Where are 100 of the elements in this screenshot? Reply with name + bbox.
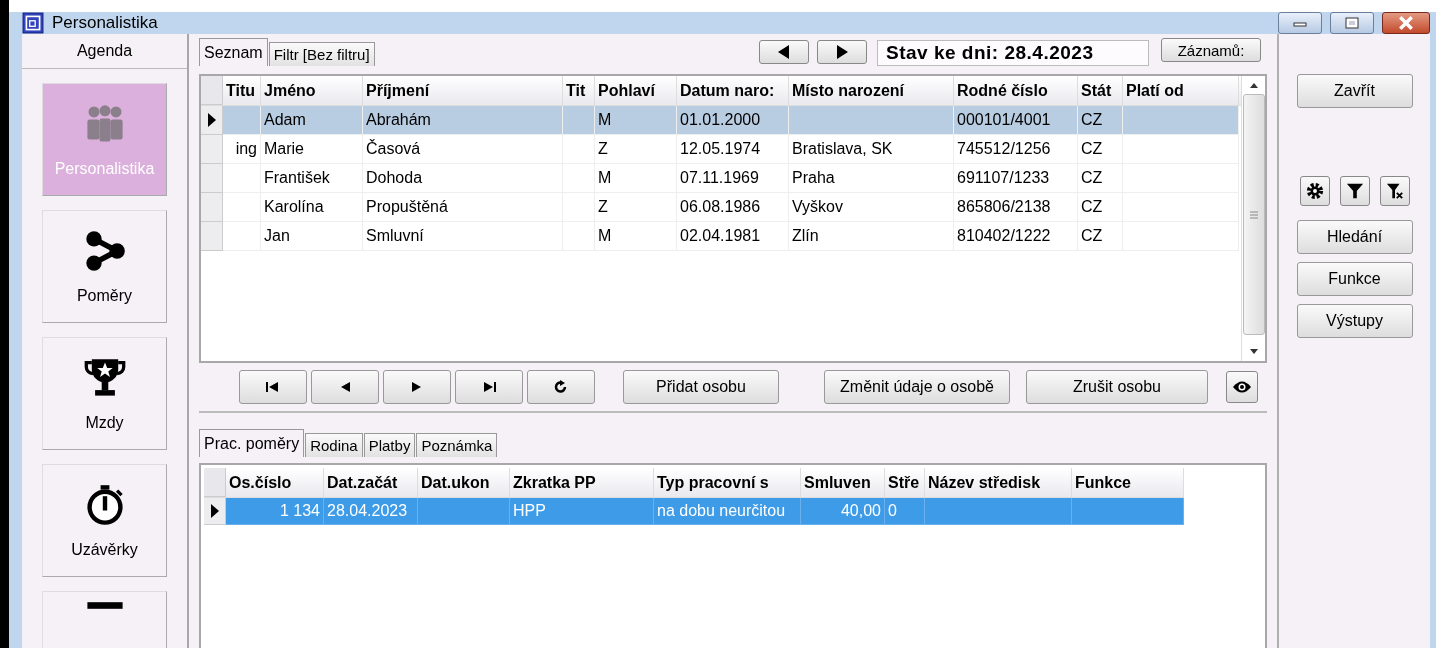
tab[interactable]: Platby xyxy=(363,433,416,457)
table-cell: CZ xyxy=(1078,106,1123,135)
action-button[interactable]: Výstupy xyxy=(1296,304,1413,338)
refresh-icon xyxy=(554,380,568,394)
table-cell: Praha xyxy=(789,164,954,193)
first-icon xyxy=(266,381,280,393)
table-cell: Adam xyxy=(261,106,363,135)
table-cell: M xyxy=(595,164,677,193)
close-window-button[interactable]: Zavřít xyxy=(1296,74,1413,108)
table-cell: 0 xyxy=(885,498,925,525)
sidebar-label: Poměry xyxy=(76,286,133,305)
table-cell: Karolína xyxy=(261,193,363,222)
action-button[interactable]: Funkce xyxy=(1296,262,1413,296)
column-header[interactable]: Datum naro: xyxy=(677,76,789,105)
minimize-icon xyxy=(1293,19,1307,27)
column-header[interactable]: Platí od xyxy=(1123,76,1239,105)
table-row[interactable]: Karolína Propuštěná Z 06.08.1986 Vyškov 865806/2138 CZ xyxy=(201,193,1241,222)
table-cell: František xyxy=(261,164,363,193)
column-header[interactable]: Zkratka PP xyxy=(510,468,654,497)
first-record-button[interactable] xyxy=(239,370,307,404)
column-header[interactable]: Dat.začát xyxy=(324,468,418,497)
tab[interactable]: Seznam xyxy=(199,38,268,66)
table-cell: Zlín xyxy=(789,222,954,251)
table-cell: Abrahám xyxy=(363,106,563,135)
eye-icon xyxy=(1232,380,1252,394)
action-button[interactable]: Zrušit osobu xyxy=(1026,370,1208,404)
table-cell: 07.11.1969 xyxy=(677,164,789,193)
column-header[interactable]: Funkce xyxy=(1072,468,1184,497)
table-cell: Dohoda xyxy=(363,164,563,193)
table-cell: CZ xyxy=(1078,164,1123,193)
grip-icon xyxy=(1248,210,1259,219)
records-button[interactable]: Záznamů: xyxy=(1161,38,1261,62)
close-button[interactable] xyxy=(1382,12,1430,34)
table-row[interactable]: Adam Abrahám M 01.01.2000 000101/4001 CZ xyxy=(201,106,1241,135)
eye-button[interactable] xyxy=(1226,371,1258,403)
table-cell: CZ xyxy=(1078,135,1123,164)
table-cell: HPP xyxy=(510,498,654,525)
table-cell: M xyxy=(595,106,677,135)
column-header[interactable]: Typ pracovní s xyxy=(654,468,801,497)
scroll-down-icon[interactable] xyxy=(1248,349,1259,355)
scroll-up-icon[interactable] xyxy=(1248,82,1259,88)
table-cell: 000101/4001 xyxy=(954,106,1078,135)
sidebar-item[interactable]: Poměry xyxy=(42,210,167,323)
sidebar-item[interactable]: Mzdy xyxy=(42,337,167,450)
column-header[interactable]: Tit xyxy=(563,76,595,105)
next-button[interactable] xyxy=(817,40,867,64)
clear-filter-button[interactable] xyxy=(1379,176,1410,206)
row-header[interactable] xyxy=(204,498,226,525)
maximize-button[interactable] xyxy=(1330,12,1374,34)
sidebar-label: Uzávěrky xyxy=(71,540,138,559)
left-triangle-icon xyxy=(339,381,351,393)
minimize-button[interactable] xyxy=(1278,12,1322,34)
column-header[interactable]: Název středisk xyxy=(925,468,1072,497)
column-header[interactable]: Jméno xyxy=(261,76,363,105)
column-header[interactable]: Stře xyxy=(885,468,925,497)
table-cell: 865806/2138 xyxy=(954,193,1078,222)
scrollbar[interactable] xyxy=(1241,76,1265,361)
row-header[interactable] xyxy=(201,106,223,135)
filter-icon xyxy=(1345,182,1364,200)
previous-button[interactable] xyxy=(759,40,809,64)
date-field[interactable]: Stav ke dni: 28.4.2023 xyxy=(877,40,1149,66)
table-cell: CZ xyxy=(1078,193,1123,222)
sidebar-label: Personalistika xyxy=(54,159,155,178)
action-button[interactable]: Přidat osobu xyxy=(623,370,779,404)
column-header[interactable]: Místo narození xyxy=(789,76,954,105)
column-header[interactable]: Příjmení xyxy=(363,76,563,105)
table-row[interactable]: František Dohoda M 07.11.1969 Praha 691107/1233 CZ xyxy=(201,164,1241,193)
sidebar-header: Agenda xyxy=(22,34,187,69)
column-header[interactable]: Titu xyxy=(223,76,261,105)
action-button[interactable]: Změnit údaje o osobě xyxy=(824,370,1010,404)
close-icon xyxy=(1398,16,1414,30)
table-cell: Smluvní xyxy=(363,222,563,251)
column-header[interactable]: Os.číslo xyxy=(226,468,324,497)
table-cell: Propuštěná xyxy=(363,193,563,222)
tab[interactable]: Poznámka xyxy=(416,433,498,457)
column-header[interactable]: Smluven xyxy=(801,468,885,497)
scroll-thumb[interactable] xyxy=(1242,94,1265,335)
table-cell: na dobu neurčitou xyxy=(654,498,801,525)
last-record-button[interactable] xyxy=(455,370,523,404)
table-cell xyxy=(223,222,261,251)
action-button[interactable]: Hledání xyxy=(1296,220,1413,254)
column-header[interactable]: Dat.ukon xyxy=(418,468,510,497)
table-cell xyxy=(223,106,261,135)
tab[interactable]: Filtr [Bez filtru] xyxy=(268,42,375,66)
tab[interactable]: Rodina xyxy=(305,433,363,457)
sidebar-item[interactable]: Uzávěrky xyxy=(42,464,167,577)
column-header[interactable]: Pohlaví xyxy=(595,76,677,105)
column-header[interactable]: Rodné číslo xyxy=(954,76,1078,105)
table-cell: Vyškov xyxy=(789,193,954,222)
settings-button[interactable] xyxy=(1299,176,1330,206)
filter-button[interactable] xyxy=(1339,176,1370,206)
table-row[interactable]: Jan Smluvní M 02.04.1981 Zlín 810402/1222 CZ xyxy=(201,222,1241,251)
last-icon xyxy=(482,381,496,393)
refresh-button[interactable] xyxy=(527,370,595,404)
table-cell: CZ xyxy=(1078,222,1123,251)
maximize-icon xyxy=(1345,17,1359,29)
clear-filter-icon xyxy=(1385,182,1404,200)
tab[interactable]: Prac. poměry xyxy=(199,429,305,457)
column-header[interactable]: Stát xyxy=(1078,76,1123,105)
table-row[interactable]: ing Marie Časová Z 12.05.1974 Bratislava, SK 745512/1256 CZ xyxy=(201,135,1241,164)
